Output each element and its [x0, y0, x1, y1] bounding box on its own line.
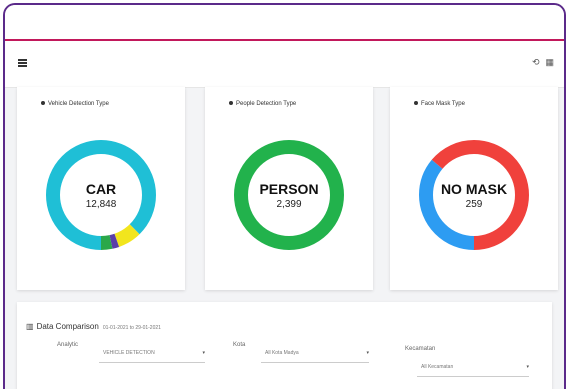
card-title: People Detection Type [229, 101, 296, 107]
vehicle-detection-card: Vehicle Detection Type CAR 12,848 [17, 87, 185, 290]
card-title: Vehicle Detection Type [41, 101, 109, 107]
kota-label: Kota [233, 342, 246, 348]
top-band [5, 5, 564, 41]
navbar-actions: ⟲ ▦ [532, 57, 554, 68]
bullet-icon [414, 101, 418, 106]
kota-select[interactable]: All Kota Madya ▾ [261, 344, 369, 363]
people-detection-card: People Detection Type PERSON 2,399 [205, 87, 373, 290]
donut-inner-ring [248, 154, 330, 236]
bullet-icon [229, 101, 233, 106]
analytic-select[interactable]: VEHICLE DETECTION ▾ [99, 344, 205, 363]
donut-segment-0[interactable] [234, 140, 344, 250]
bar-chart-icon: ▥ [26, 322, 34, 331]
bullet-icon [41, 101, 45, 106]
people-donut-chart [234, 140, 344, 250]
card-title: Face Mask Type [414, 101, 465, 107]
chevron-down-icon: ▾ [202, 350, 205, 356]
navbar: ⟲ ▦ [5, 41, 564, 88]
vehicle-donut-chart [46, 140, 156, 250]
calendar-icon[interactable]: ▦ [545, 57, 554, 68]
kecamatan-label: Kecamatan [405, 346, 436, 352]
face-mask-donut-chart [419, 140, 529, 250]
hamburger-icon[interactable] [18, 59, 27, 67]
chevron-down-icon: ▾ [526, 364, 529, 370]
chevron-down-icon: ▾ [366, 350, 369, 356]
data-comparison-panel: ▥ Data Comparison 01-01-2021 to 29-01-2021… [17, 302, 552, 389]
analytic-label: Analytic [57, 342, 79, 348]
donut-inner-ring [60, 154, 142, 236]
face-mask-card: Face Mask Type NO MASK 259 [390, 87, 558, 290]
app-window: ⟲ ▦ Vehicle Detection Type CAR 12,848 Pe… [3, 3, 566, 389]
kecamatan-select[interactable]: All Kecamatan ▾ [417, 358, 529, 377]
comparison-title: ▥ Data Comparison 01-01-2021 to 29-01-2021 [26, 322, 161, 331]
refresh-icon[interactable]: ⟲ [532, 57, 540, 68]
comparison-range: 01-01-2021 to 29-01-2021 [102, 325, 161, 331]
donut-inner-ring [433, 154, 515, 236]
donut-segment-0[interactable] [46, 140, 156, 250]
